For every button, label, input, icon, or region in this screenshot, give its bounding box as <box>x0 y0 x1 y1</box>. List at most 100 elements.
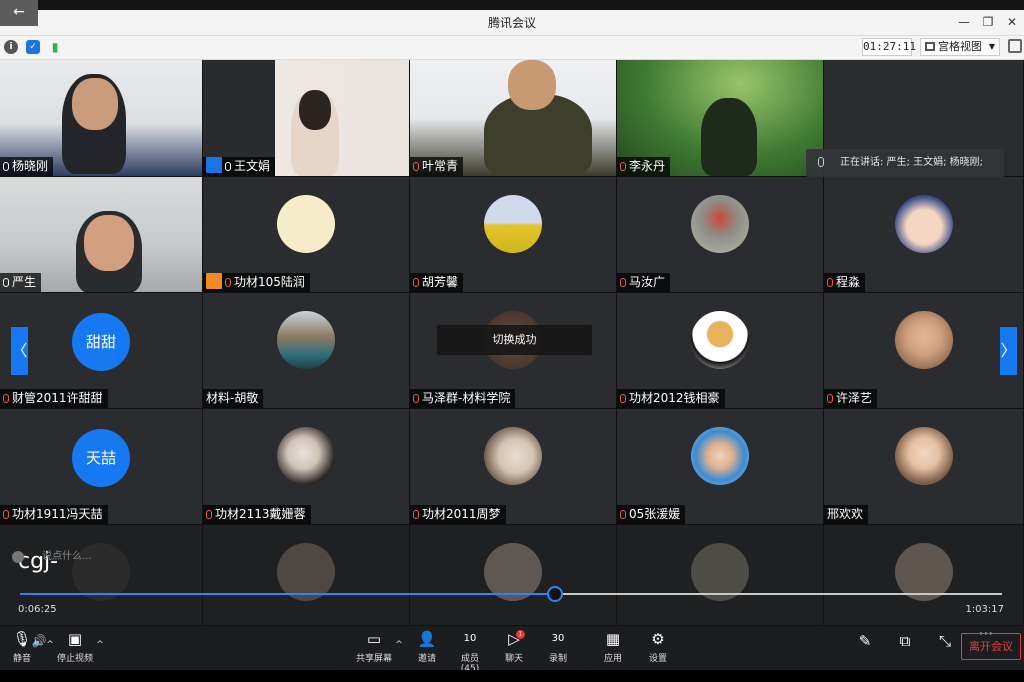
avatar <box>484 427 542 485</box>
participant-label: 05张湲媛 <box>617 505 686 524</box>
participant-label: 叶常青 <box>410 157 464 176</box>
playback-progress[interactable] <box>20 586 1002 602</box>
emoji-icon[interactable] <box>12 551 24 563</box>
mic-muted-icon <box>413 278 419 287</box>
signal-icon[interactable]: ▮ <box>48 40 62 54</box>
participant-tile[interactable]: 李永丹 <box>617 60 824 177</box>
participant-name: 邢欢欢 <box>827 507 864 521</box>
participant-tile[interactable]: 叶常青 <box>410 60 617 177</box>
participant-tile[interactable]: 胡芳馨 <box>410 177 617 293</box>
share-screen-button[interactable]: ▭ 共享屏幕 <box>355 630 393 664</box>
shield-icon[interactable]: ✓ <box>26 40 40 54</box>
participant-tile[interactable] <box>410 525 617 626</box>
participant-label: 财管2011许甜甜 <box>0 389 108 408</box>
view-mode-select[interactable]: 宫格视图 ▼ <box>920 38 1000 56</box>
restore-icon[interactable]: ❐ <box>976 12 1000 32</box>
exit-fullscreen-icon[interactable]: ⤡ <box>935 632 955 653</box>
apps-label: 应用 <box>603 654 622 664</box>
participant-tile[interactable]: 王文娟 <box>203 60 410 177</box>
avatar <box>691 311 749 369</box>
pen-icon[interactable]: ✎ <box>855 632 875 653</box>
participant-face <box>72 78 118 130</box>
switch-success-toast: 切换成功 <box>437 325 592 355</box>
participant-name: 胡芳馨 <box>422 275 459 289</box>
participant-name: 李永丹 <box>629 159 666 173</box>
fullscreen-icon[interactable] <box>1008 39 1022 53</box>
participant-tile[interactable]: 功材2012钱相豪 <box>617 293 824 409</box>
close-icon[interactable]: ✕ <box>1000 12 1024 32</box>
participant-tile[interactable] <box>203 525 410 626</box>
participant-label: 功材105陆润 <box>203 273 310 292</box>
text-avatar: 甜甜 <box>72 313 130 371</box>
share-screen-label: 共享屏幕 <box>355 654 392 664</box>
settings-label: 设置 <box>648 654 667 664</box>
mic-icon <box>3 162 9 171</box>
participant-tile[interactable]: 材料-胡敬 <box>203 293 410 409</box>
meeting-timer: 01:27:11 <box>862 38 916 56</box>
chat-button[interactable]: ▷ 1 聊天 <box>502 630 526 664</box>
record-button[interactable]: 30 录制 <box>546 630 570 664</box>
participant-tile[interactable]: 马汝广 <box>617 177 824 293</box>
info-icon[interactable]: i <box>4 40 18 54</box>
host-icon <box>206 157 222 173</box>
leave-meeting-button[interactable]: 离开会议 <box>961 633 1021 660</box>
record-icon: 30 <box>551 633 565 644</box>
view-mode-label: 宫格视图 <box>938 40 982 53</box>
picture-in-picture-icon[interactable]: ⧉ <box>895 632 915 653</box>
participant-video <box>701 98 757 176</box>
participant-tile[interactable]: 杨晓刚 <box>0 60 203 177</box>
participant-tile[interactable]: 功材105陆润 <box>203 177 410 293</box>
avatar <box>691 195 749 253</box>
mic-muted-icon <box>206 510 212 519</box>
participant-label: 程淼 <box>824 273 866 292</box>
participant-face <box>84 215 134 271</box>
participant-tile[interactable]: 许泽艺 <box>824 293 1024 409</box>
participant-tile[interactable]: 功材2011周梦 <box>410 409 617 525</box>
participant-label: 马汝广 <box>617 273 671 292</box>
participant-tile[interactable]: 程淼 <box>824 177 1024 293</box>
next-page-button[interactable]: 〉 <box>1000 327 1017 375</box>
minimize-icon[interactable]: — <box>952 12 976 32</box>
participant-name: 马泽群-材料学院 <box>422 391 511 405</box>
participant-tile[interactable] <box>617 525 824 626</box>
participant-name: 功材2011周梦 <box>422 507 501 521</box>
members-button[interactable]: 10 成员(45) <box>452 630 488 674</box>
camera-icon: ▣ <box>67 630 83 648</box>
invite-button[interactable]: 👤 邀请 <box>414 630 440 664</box>
settings-button[interactable]: ⚙ 设置 <box>646 630 670 664</box>
participant-name: 王文娟 <box>234 159 271 173</box>
participant-tile[interactable]: 05张湲媛 <box>617 409 824 525</box>
apps-icon: ▦ <box>605 630 621 648</box>
participant-hair <box>299 90 331 130</box>
avatar <box>277 311 335 369</box>
chevron-up-icon[interactable]: ^ <box>95 640 105 650</box>
chevron-up-icon[interactable]: ^ <box>45 640 55 650</box>
avatar <box>894 195 953 253</box>
participant-label: 功材2012钱相豪 <box>617 389 725 408</box>
apps-button[interactable]: ▦ 应用 <box>601 630 625 664</box>
participant-name: 财管2011许甜甜 <box>12 391 103 405</box>
stop-video-button[interactable]: ▣ 停止视频 <box>56 630 94 664</box>
participant-name: 功材2113戴姗蓉 <box>215 507 306 521</box>
share-screen-icon: ▭ <box>366 630 382 648</box>
chevron-up-icon[interactable]: ^ <box>394 640 404 650</box>
mic-muted-icon <box>413 162 419 171</box>
participant-tile[interactable]: 邢欢欢 <box>824 409 1024 525</box>
participant-tile[interactable]: 功材2113戴姗蓉 <box>203 409 410 525</box>
avatar <box>277 427 335 485</box>
participant-tile[interactable]: 天喆 功材1911冯天喆 <box>0 409 203 525</box>
participant-name: 功材2012钱相豪 <box>629 391 720 405</box>
mic-muted-icon <box>827 394 833 403</box>
bottom-strip <box>0 670 1024 682</box>
participant-label: 马泽群-材料学院 <box>410 389 516 408</box>
chat-input[interactable]: 说点什么... <box>12 548 122 566</box>
prev-page-button[interactable]: 〈 <box>11 327 28 375</box>
participant-tile[interactable]: 甜甜 财管2011许甜甜 <box>0 293 203 409</box>
participant-name: 功材105陆润 <box>234 275 305 289</box>
meeting-toolbar: 🎙 静音 🔊 ^ ▣ 停止视频 ^ ▭ 共享屏幕 ^ 👤 邀请 10 成员(45… <box>0 624 1024 674</box>
speaking-text: 正在讲话: 严生; 王文娟; 杨晓刚; <box>840 157 984 168</box>
title-bar: ← 腾讯会议 — ❐ ✕ <box>0 0 1024 36</box>
participant-tile[interactable]: 严生 <box>0 177 203 293</box>
chevron-down-icon: ▼ <box>988 42 995 51</box>
mic-muted-icon <box>225 278 231 287</box>
